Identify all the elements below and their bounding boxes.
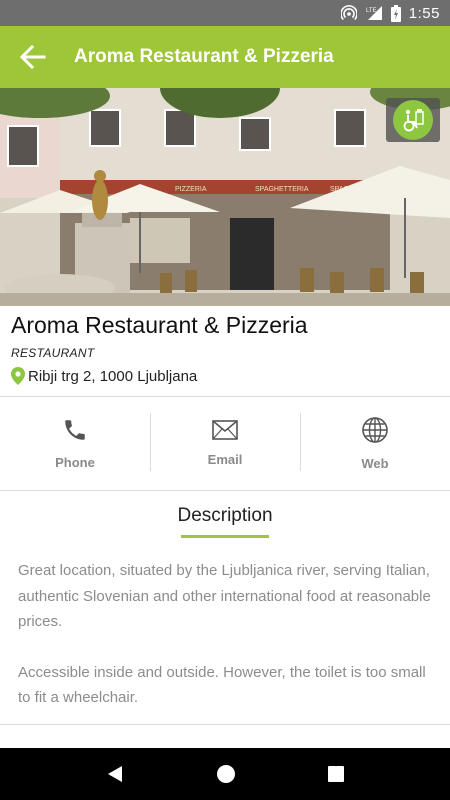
svg-text:LTE: LTE [366, 8, 377, 14]
hero-photo: PIZZERIA SPAGHETTERIA SPAGHETTERIA [0, 88, 450, 306]
globe-icon [362, 416, 388, 443]
recents-nav-icon[interactable] [328, 766, 344, 782]
svg-text:SPAGHETTERIA: SPAGHETTERIA [255, 186, 309, 193]
divider [0, 490, 450, 491]
tab-indicator [181, 535, 269, 538]
address-text: Ribji trg 2, 1000 Ljubljana [28, 367, 198, 385]
home-nav-icon[interactable] [216, 764, 236, 784]
address: Ribji trg 2, 1000 Ljubljana [11, 367, 197, 385]
email-label: Email [207, 451, 243, 467]
description-text: Great location, situated by the Ljubljan… [18, 558, 438, 711]
phone-icon [65, 419, 85, 440]
status-time: 1:55 [408, 4, 440, 22]
contact-actions: Phone Email Web [0, 397, 450, 489]
place-name: Aroma Restaurant & Pizzeria [11, 312, 308, 338]
battery-icon [390, 4, 401, 22]
app-bar: Aroma Restaurant & Pizzeria [0, 26, 450, 88]
status-bar: LTE 1:55 [0, 0, 450, 26]
signal-icon: LTE [366, 6, 382, 20]
place-type: RESTAURANT [11, 346, 95, 360]
email-icon [212, 419, 238, 440]
wheelchair-icon [403, 109, 424, 132]
tab-description-label: Description [177, 505, 273, 526]
web-label: Web [361, 455, 389, 471]
location-pin-icon [11, 367, 25, 385]
phone-button[interactable]: Phone [0, 397, 150, 489]
phone-label: Phone [55, 454, 95, 470]
back-nav-icon[interactable] [106, 765, 124, 783]
system-nav-bar [0, 748, 450, 800]
hotspot-icon [340, 5, 357, 21]
email-button[interactable]: Email [150, 397, 300, 489]
back-button[interactable] [0, 26, 66, 88]
app-title: Aroma Restaurant & Pizzeria [74, 46, 334, 67]
description-paragraph: Accessible inside and outside. However, … [18, 663, 426, 707]
arrow-left-icon [20, 45, 46, 69]
description-paragraph: Great location, situated by the Ljubljan… [18, 562, 431, 630]
tab-description[interactable]: Description [0, 505, 450, 527]
accessibility-badge [386, 98, 440, 142]
divider [0, 724, 450, 725]
web-button[interactable]: Web [300, 397, 450, 489]
svg-text:PIZZERIA: PIZZERIA [175, 186, 207, 193]
